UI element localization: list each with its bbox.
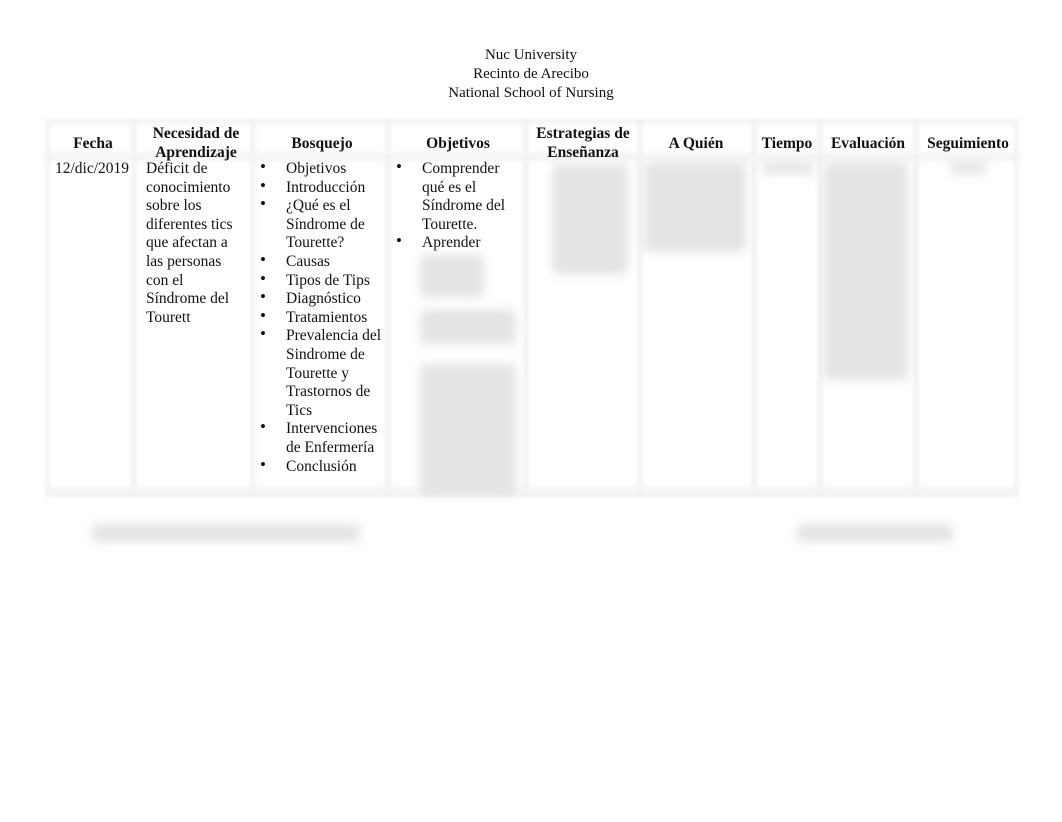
column-header-seguimiento: Seguimiento: [927, 134, 1009, 152]
obscured-text: [644, 162, 746, 252]
campus-name: Recinto de Arecibo: [473, 66, 589, 82]
obscured-text: [552, 164, 628, 274]
bosquejo-list: Objetivos Introducción ¿Qué es el Síndro…: [260, 158, 386, 477]
university-name: Nuc University: [484, 47, 578, 63]
column-divider: [132, 120, 136, 496]
column-header-estrategias: Estrategias de Enseñanza: [536, 125, 630, 161]
column-divider: [752, 120, 756, 496]
list-item: Intervenciones de Enfermería: [260, 418, 386, 457]
column-header-bosquejo: Bosquejo: [291, 134, 353, 152]
document-header: Nuc University Recinto de Arecibo Nation…: [0, 46, 1062, 103]
cell-fecha: 12/dic/2019: [55, 160, 130, 177]
column-header-necesidad: Necesidad de Aprendizaje: [152, 125, 240, 161]
column-header-objetivos: Objetivos: [426, 134, 490, 152]
list-item: Tipos de Tips: [260, 270, 386, 291]
column-divider: [818, 120, 822, 496]
column-divider: [386, 120, 390, 496]
teaching-plan-table: Fecha Necesidad de Aprendizaje Bosquejo …: [46, 120, 1018, 496]
list-item: ¿Qué es el Síndrome de Tourette?: [260, 195, 386, 253]
objetivos-list: Comprender qué es el Síndrome del Touret…: [396, 158, 522, 253]
row-divider: [46, 488, 1018, 494]
list-item: Aprender: [396, 232, 522, 253]
column-header-evaluacion: Evaluación: [830, 134, 906, 152]
cell-bosquejo: Objetivos Introducción ¿Qué es el Síndro…: [260, 158, 386, 477]
obscured-text: [420, 364, 516, 494]
column-divider: [638, 120, 642, 496]
school-name: National School of Nursing: [448, 85, 614, 101]
obscured-footer-left: [92, 524, 360, 542]
column-divider: [524, 120, 528, 496]
column-divider: [914, 120, 918, 496]
obscured-text: [420, 255, 484, 297]
list-item: Introducción: [260, 177, 386, 198]
list-item: Prevalencia del Sindrome de Tourette y T…: [260, 325, 386, 420]
obscured-text: [824, 162, 908, 380]
cell-necesidad: Déficit de conocimiento sobre los difere…: [146, 160, 233, 326]
column-header-tiempo: Tiempo: [761, 134, 813, 152]
list-item: Diagnóstico: [260, 288, 386, 309]
list-item: Causas: [260, 251, 386, 272]
obscured-text: [950, 162, 986, 174]
column-header-fecha: Fecha: [73, 134, 113, 152]
obscured-footer-right: [797, 524, 953, 542]
column-header-a-quien: A Quién: [668, 134, 724, 152]
column-divider: [251, 120, 255, 496]
list-item: Conclusión: [260, 456, 386, 477]
cell-objetivos: Comprender qué es el Síndrome del Touret…: [396, 158, 522, 253]
list-item: Objetivos: [260, 158, 386, 179]
obscured-text: [420, 310, 516, 344]
list-item: Tratamientos: [260, 307, 386, 328]
obscured-text: [762, 162, 814, 174]
list-item: Comprender qué es el Síndrome del Touret…: [396, 158, 522, 234]
